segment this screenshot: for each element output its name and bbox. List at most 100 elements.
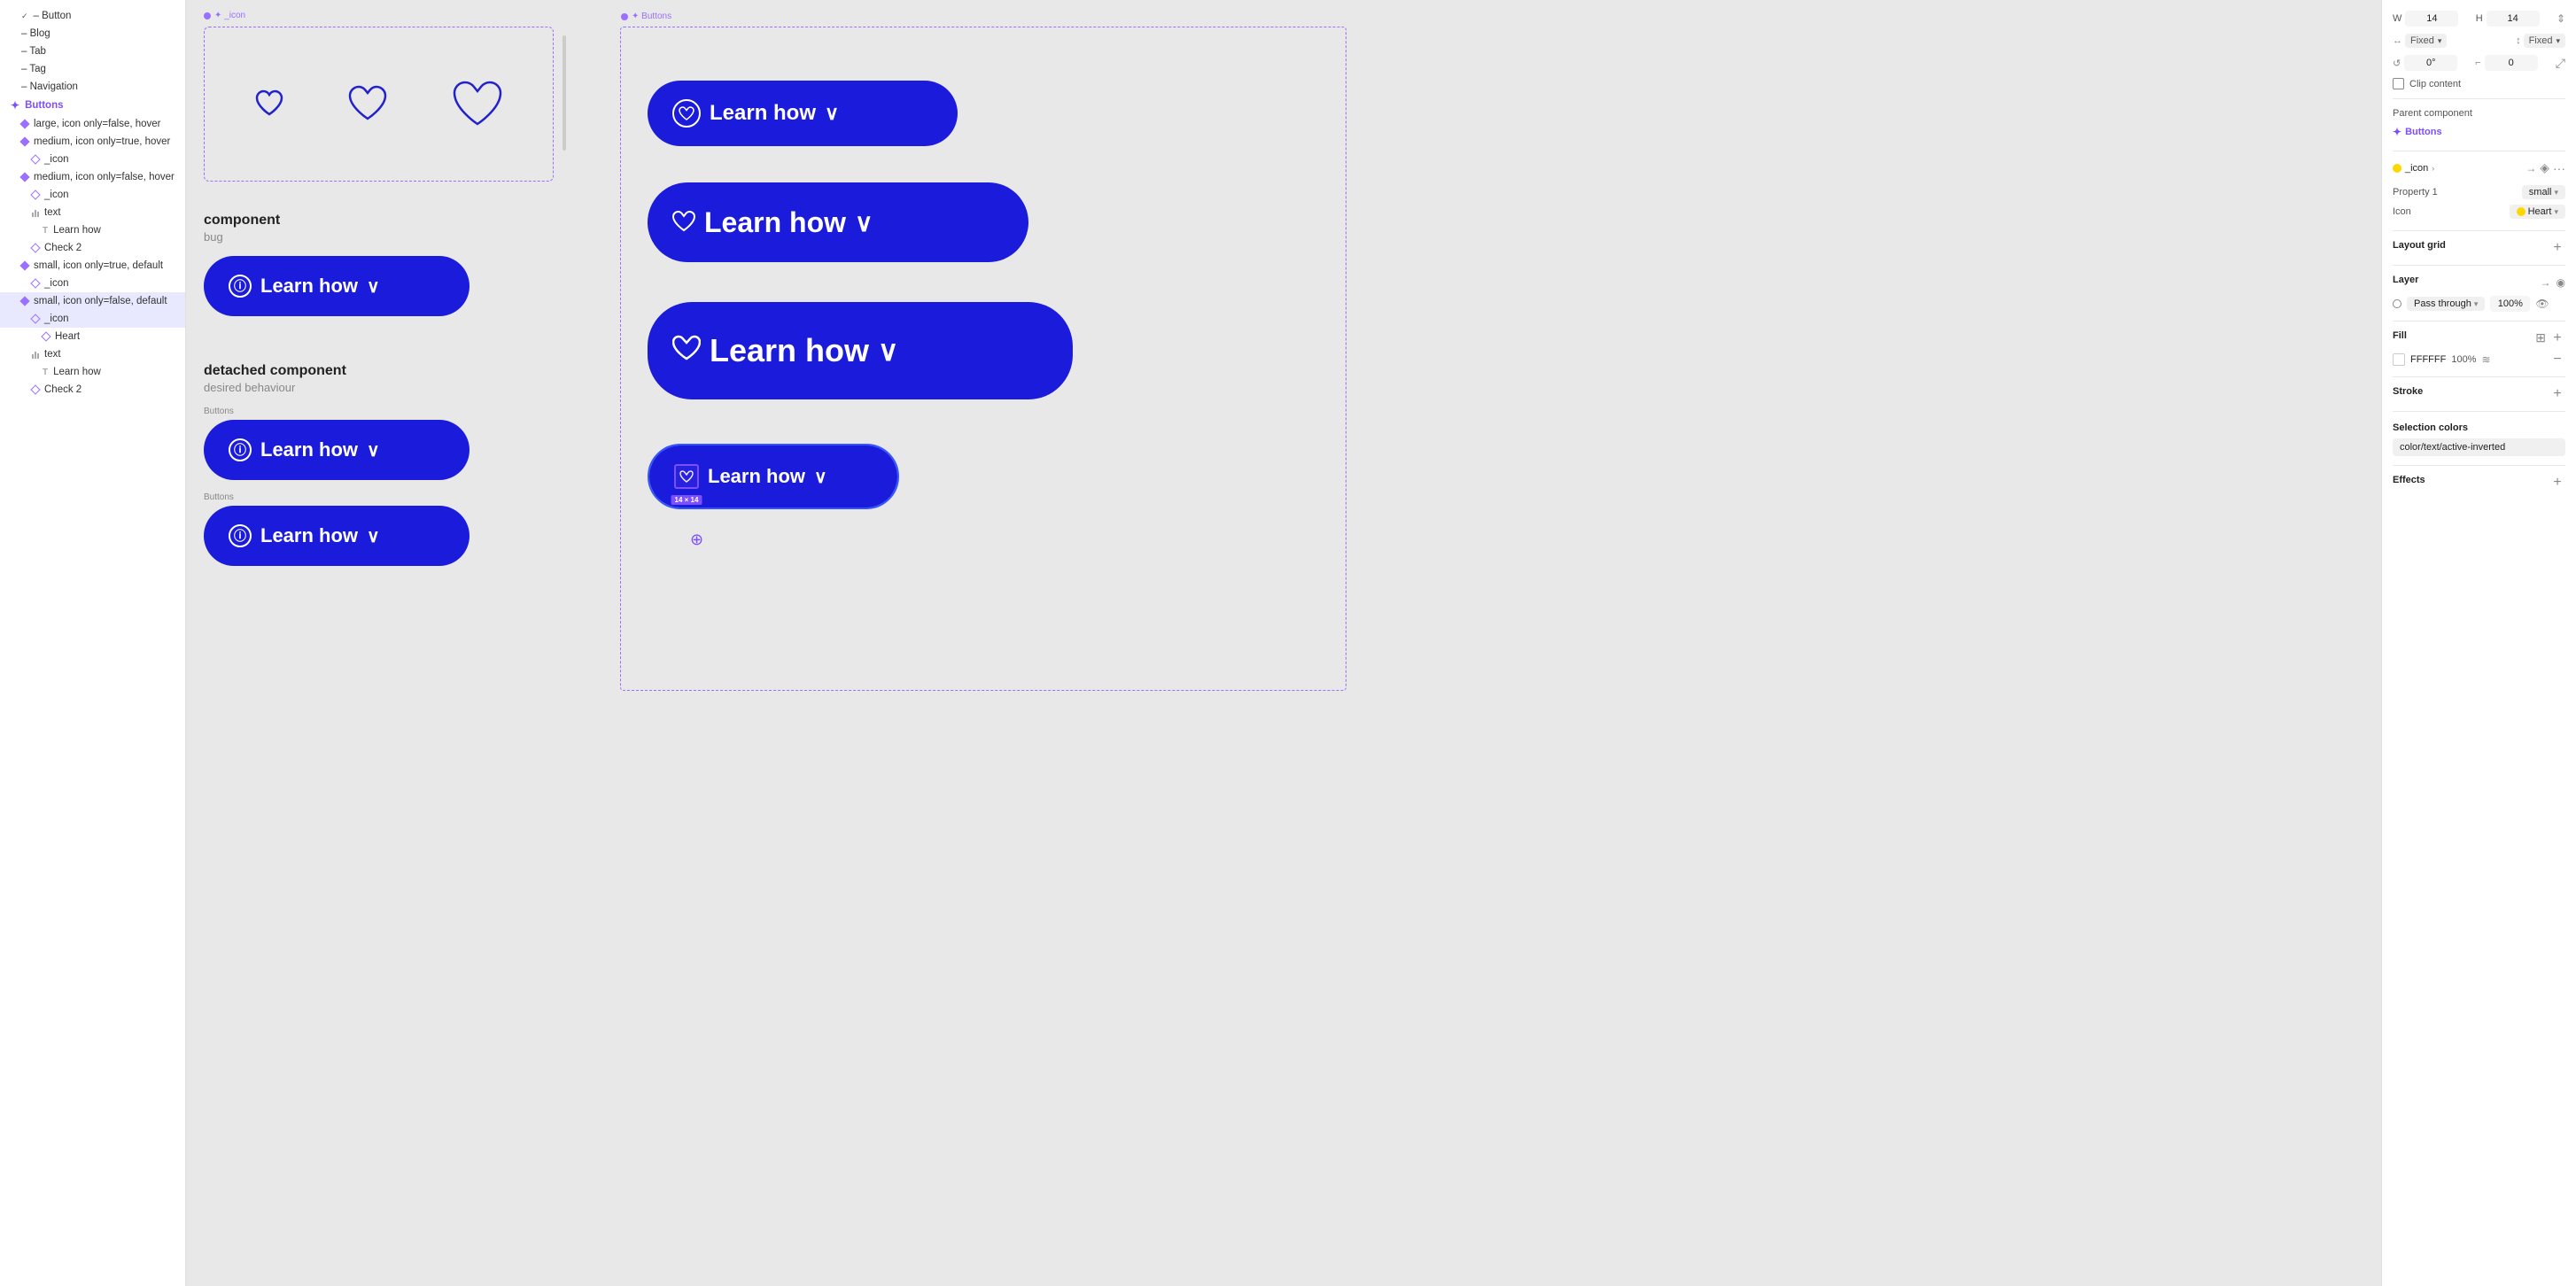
height-type-select[interactable]: Fixed ▾ [2524,34,2565,48]
learn-how-button-large[interactable]: Learn how ∨ [648,81,958,146]
sidebar-item-button[interactable]: ✓ – Button [0,7,185,25]
more-options-icon[interactable]: ··· [2553,161,2565,175]
sidebar-item-small-icon-true[interactable]: small, icon only=true, default [0,257,185,275]
clip-checkbox[interactable] [2393,78,2404,89]
selection-color-value[interactable]: color/text/active-inverted [2393,438,2565,456]
chevron-down-icon: ∨ [367,525,380,547]
learn-how-button-medium[interactable]: Learn how ∨ [648,182,1028,262]
sidebar-item-heart[interactable]: Heart [0,328,185,345]
go-to-component-icon[interactable]: → [2526,162,2536,174]
sidebar-item-navigation[interactable]: – Navigation [0,78,185,96]
height-input[interactable] [2487,11,2540,27]
selection-color-row: color/text/active-inverted [2393,438,2565,456]
divider-7 [2393,411,2565,412]
chevron-right-icon: › [2432,164,2434,173]
corner-group: ⌐ [2475,55,2537,71]
detach-icon[interactable]: ◈ [2540,160,2549,175]
sidebar-item-tab[interactable]: – Tab [0,43,185,60]
sidebar-item-icon3[interactable]: _icon [0,275,185,292]
add-effect-btn[interactable]: + [2549,475,2565,491]
width-type-select[interactable]: Fixed ▾ [2405,34,2447,48]
property1-select[interactable]: small ▾ [2522,185,2565,199]
sidebar-item-check2-2[interactable]: Check 2 [0,381,185,399]
right-panel: W H ⇕ ↔ Fixed ▾ ↕ Fixed ▾ ↺ [2381,0,2576,1286]
chevron-down-icon: ∨ [814,466,827,488]
medium-button-container: Learn how ∨ [648,182,1028,262]
rotation-input[interactable] [2404,55,2457,71]
detached-button-1[interactable]: ⓘ Learn how ∨ [204,420,469,480]
layer-passthrough-row: Pass through ▾ 👁 [2393,296,2565,312]
sidebar-item-large[interactable]: large, icon only=false, hover [0,115,185,133]
icon-component-name-group: _icon › [2393,163,2434,174]
chevron-down-icon: ∨ [855,208,873,237]
add-fill-btn[interactable]: + [2549,330,2565,346]
learn-how-button-large2[interactable]: Learn how ∨ [648,302,1073,399]
sidebar-item-icon1[interactable]: _icon [0,151,185,168]
width-input[interactable] [2405,11,2458,27]
buttons-frame: ✦ Buttons Learn how ∨ Learn how [620,27,1346,691]
rotation-group: ↺ [2393,55,2457,71]
detached-section: detached component desired behaviour But… [204,363,469,566]
add-layout-grid-btn[interactable]: + [2549,240,2565,256]
sidebar-item-tag[interactable]: – Tag [0,60,185,78]
diamond-icon [30,384,40,394]
expand-icon[interactable]: ⤢ [2556,56,2565,71]
sizing-row: ↔ Fixed ▾ ↕ Fixed ▾ [2393,34,2565,48]
sidebar-item-learnhow2[interactable]: T Learn how [0,363,185,381]
fill-color-swatch[interactable] [2393,353,2405,366]
sidebar-item-check2-1[interactable]: Check 2 [0,239,185,257]
sidebar-item-text2[interactable]: text [0,345,185,363]
info-icon: ⓘ [229,524,252,547]
caret-icon: ▾ [2556,36,2560,46]
add-stroke-btn[interactable]: + [2549,386,2565,402]
large-button-container: Learn how ∨ [648,81,958,146]
layer-circle-icon [2393,299,2401,308]
detached-button-2[interactable]: ⓘ Learn how ∨ [204,506,469,566]
scrollbar[interactable] [563,35,566,151]
selection-colors-section: Selection colors color/text/active-inver… [2393,421,2565,456]
sidebar-item-blog[interactable]: – Blog [0,25,185,43]
bars-icon [32,208,39,217]
passthrough-select[interactable]: Pass through ▾ [2407,297,2485,311]
sidebar-item-medium-icon-true[interactable]: medium, icon only=true, hover [0,133,185,151]
layer-icons: → ◉ [2541,276,2565,289]
corner-input[interactable] [2485,55,2538,71]
icon-select[interactable]: Heart ▾ [2510,205,2565,219]
divider-4 [2393,265,2565,266]
fill-resize-icon[interactable]: ⊞ [2535,330,2546,346]
icon-frame: ✦ _icon [204,27,554,182]
sidebar-item-small-icon-false[interactable]: small, icon only=false, default [0,292,185,310]
remove-fill-btn[interactable]: − [2549,352,2565,368]
fill-row: FFFFFF 100% ≋ − [2393,352,2565,368]
sidebar-item-icon2[interactable]: _icon [0,186,185,204]
height-type-group: ↕ Fixed ▾ [2516,34,2565,48]
layer-eye-icon[interactable]: ◉ [2557,276,2565,289]
canvas-inner: ✦ _icon [186,0,1338,797]
diamond-icon [41,331,50,341]
frame-dot [621,13,628,20]
icon-frame-label: ✦ _icon [204,11,245,20]
learn-how-button-selected[interactable]: 14 × 14 Learn how ∨ [649,445,897,507]
diamond-icon [30,154,40,164]
sidebar-section-buttons[interactable]: ✦ Buttons [0,96,185,115]
sidebar-item-text1[interactable]: text [0,204,185,221]
sidebar-item-learnhow1[interactable]: T Learn how [0,221,185,239]
eye-icon[interactable]: 👁 [2535,298,2549,310]
icon-component-actions: → ◈ ··· [2526,160,2565,175]
divider-6 [2393,376,2565,377]
layer-mode-icon: → [2541,276,2551,289]
parent-component-name: ✦ Buttons [2393,126,2442,138]
diamond-fill-icon [19,172,29,182]
sidebar-item-medium-icon-false[interactable]: medium, icon only=false, hover [0,168,185,186]
opacity-input[interactable] [2490,296,2530,312]
divider-3 [2393,230,2565,231]
sidebar-item-icon4[interactable]: _icon [0,310,185,328]
clip-content-group: Clip content [2393,78,2461,89]
component-button[interactable]: ⓘ Learn how ∨ [204,256,469,316]
move-handle[interactable]: ⊕ [690,531,703,549]
selected-border: 14 × 14 Learn how ∨ [648,444,899,509]
sidebar: ✓ – Button – Blog – Tab – Tag – Navigati… [0,0,186,1286]
diamond-icon [30,278,40,288]
fill-header: Fill ⊞ + [2393,330,2565,346]
fill-options-icon[interactable]: ≋ [2481,353,2490,366]
